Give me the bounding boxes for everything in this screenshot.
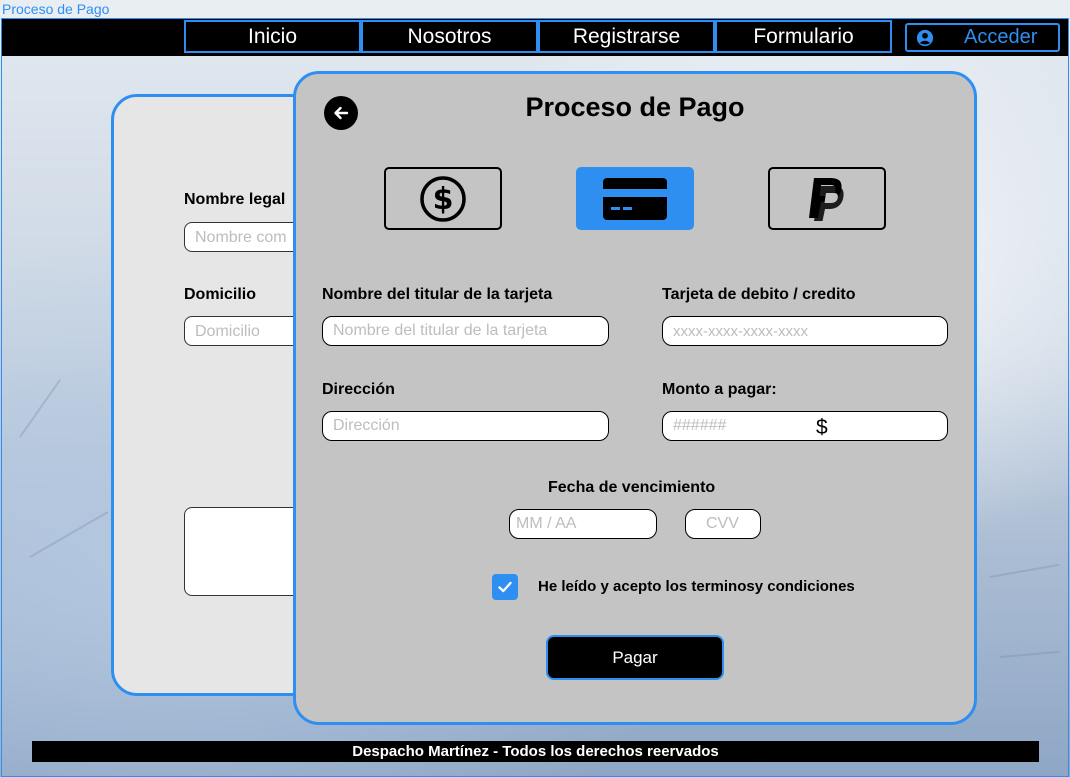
svg-text:$: $	[433, 182, 454, 217]
nav-registrarse[interactable]: Registrarse	[538, 20, 715, 53]
cash-dollar-icon: $	[420, 175, 466, 222]
address-input[interactable]: Dirección	[322, 411, 609, 441]
address-label: Domicilio	[184, 286, 257, 303]
credit-card-icon	[603, 177, 667, 220]
paypal-icon	[809, 177, 844, 221]
checkmark-icon	[498, 581, 512, 593]
user-circle-icon	[916, 29, 934, 46]
card-number-label: Tarjeta de debito / credito	[662, 286, 856, 303]
terms-checkbox[interactable]	[492, 574, 518, 600]
card-holder-label: Nombre del titular de la tarjeta	[322, 286, 553, 303]
expiry-label: Fecha de vencimiento	[548, 479, 716, 496]
login-button[interactable]: Acceder	[905, 23, 1060, 52]
pay-button[interactable]: Pagar	[546, 635, 724, 680]
page-title: Proceso de Pago	[525, 92, 745, 122]
login-label: Acceder	[964, 26, 1038, 48]
navbar: Inicio Nosotros Registrarse Formulario A…	[2, 19, 1068, 56]
cvv-input[interactable]: CVV	[685, 509, 761, 539]
expiry-input[interactable]: MM / AA	[509, 509, 657, 539]
legal-name-label: Nombre legal	[184, 191, 286, 208]
nav-formulario[interactable]: Formulario	[715, 20, 892, 53]
card-number-input[interactable]: xxxx-xxxx-xxxx-xxxx	[662, 316, 948, 346]
amount-input[interactable]: ######	[662, 411, 948, 441]
nav-inicio[interactable]: Inicio	[184, 20, 361, 53]
terms-label: He leído y acepto los terminosy condicio…	[538, 578, 855, 595]
payment-method-card[interactable]	[576, 167, 694, 230]
tab-title: Proceso de Pago	[2, 1, 110, 17]
payment-method-paypal[interactable]	[768, 167, 886, 230]
address-label: Dirección	[322, 381, 395, 398]
amount-label: Monto a pagar:	[662, 381, 777, 398]
currency-symbol: $	[816, 416, 828, 439]
payment-method-cash[interactable]: $	[384, 167, 502, 230]
nav-nosotros[interactable]: Nosotros	[361, 20, 538, 53]
footer: Despacho Martínez - Todos los derechos r…	[32, 741, 1039, 762]
card-holder-input[interactable]: Nombre del titular de la tarjeta	[322, 316, 609, 346]
